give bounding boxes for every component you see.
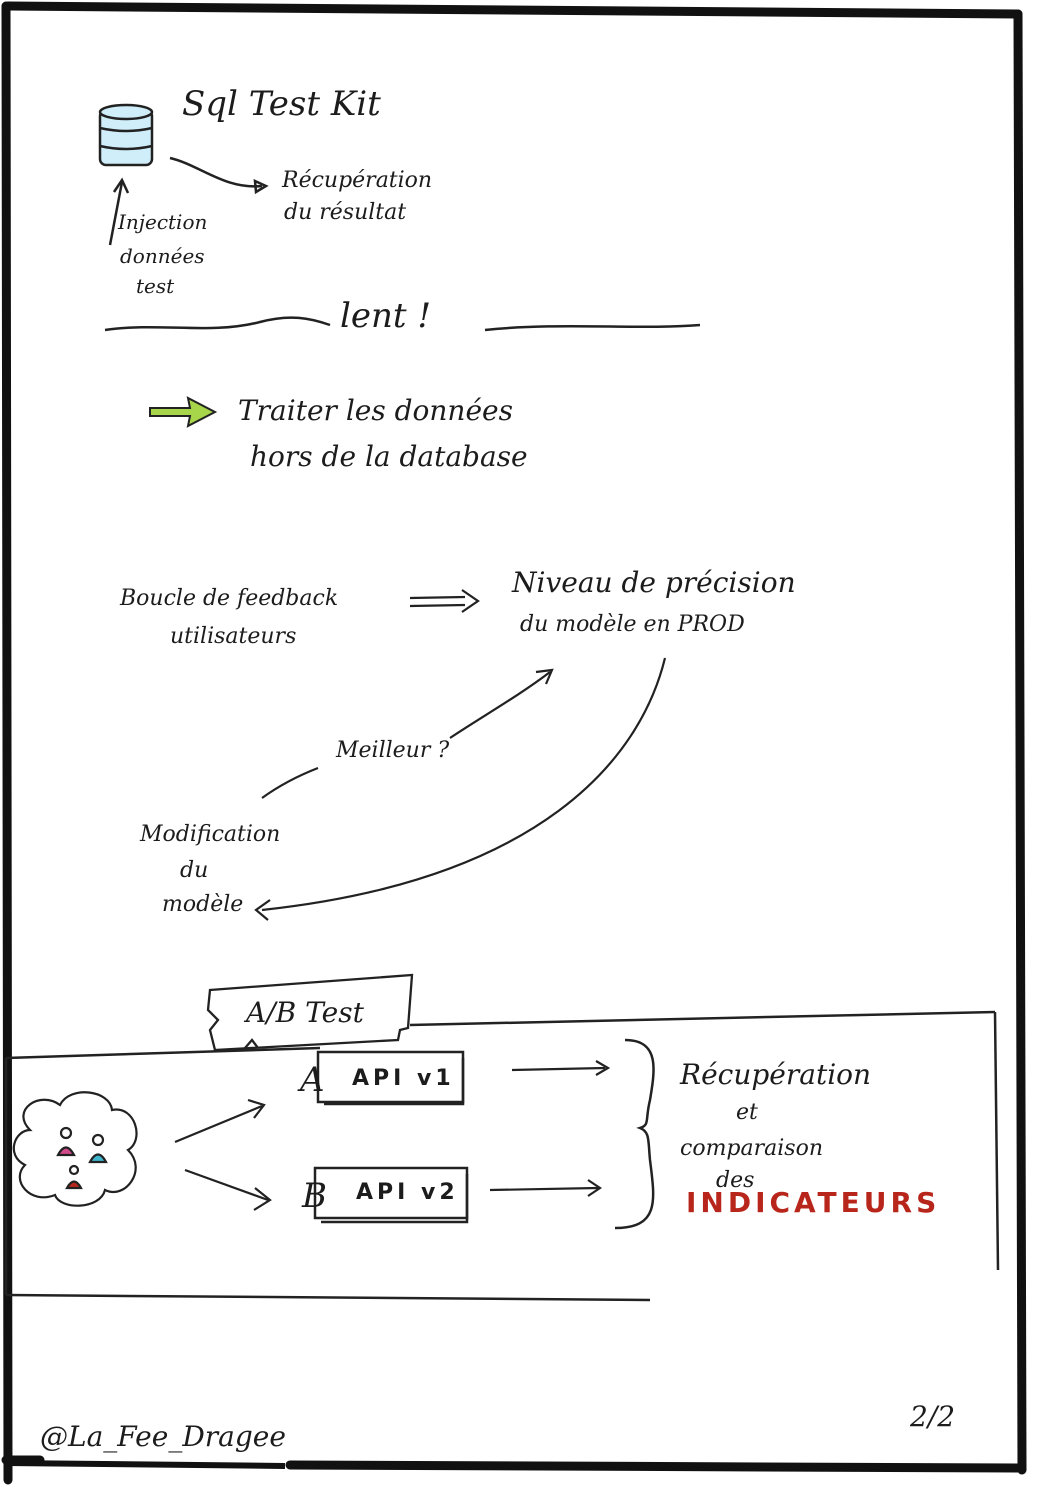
result-label-2: du résultat bbox=[284, 200, 407, 225]
result-label-1: Récupération bbox=[282, 168, 433, 193]
variant-a-letter: A bbox=[300, 1060, 325, 1100]
variant-b-label: API v2 bbox=[356, 1180, 459, 1205]
feedback-source-2: utilisateurs bbox=[170, 624, 297, 649]
split-arrows bbox=[174, 1098, 272, 1211]
sql-title: Sql Test Kit bbox=[182, 84, 381, 124]
double-arrow bbox=[409, 589, 480, 613]
green-arrow-icon bbox=[149, 396, 218, 428]
modification-line-2: du bbox=[180, 858, 209, 883]
feedback-return-arrow bbox=[254, 657, 667, 921]
injection-label-2: données bbox=[120, 244, 205, 268]
feedback-source-1: Boucle de feedback bbox=[120, 586, 339, 611]
improvement-question: Meilleur ? bbox=[336, 738, 450, 763]
injection-label-1: Injection bbox=[118, 210, 208, 234]
indicators-highlight: INDICATEURS bbox=[686, 1186, 941, 1219]
brace bbox=[614, 1038, 655, 1230]
improvement-arrow bbox=[261, 668, 554, 799]
ab-test-frame bbox=[4, 1010, 1000, 1302]
outcome-line-2: et bbox=[736, 1100, 758, 1125]
modification-line-3: modèle bbox=[162, 892, 244, 917]
ab-banner-label: A/B Test bbox=[246, 996, 364, 1029]
footer-page: 2/2 bbox=[910, 1400, 956, 1433]
injection-label-3: test bbox=[136, 274, 175, 298]
separator-word: lent ! bbox=[340, 296, 432, 336]
database-icon bbox=[98, 103, 154, 167]
result-arrows bbox=[489, 1060, 611, 1197]
modification-line-1: Modification bbox=[140, 822, 281, 847]
advice-line-2: hors de la database bbox=[250, 440, 528, 473]
feedback-target-1: Niveau de précision bbox=[512, 566, 796, 599]
outcome-line-3: comparaison bbox=[680, 1136, 823, 1161]
footer-author: @La_Fee_Dragee bbox=[40, 1420, 286, 1453]
advice-line-1: Traiter les données bbox=[238, 394, 513, 427]
outcome-line-1: Récupération bbox=[680, 1058, 872, 1091]
result-arrow bbox=[169, 156, 269, 195]
users-cloud-icon bbox=[12, 1091, 138, 1207]
variant-a-label: API v1 bbox=[352, 1066, 455, 1091]
feedback-target-2: du modèle en PROD bbox=[520, 612, 745, 637]
variant-b-letter: B bbox=[302, 1176, 327, 1216]
footer-underline bbox=[5, 1460, 286, 1469]
